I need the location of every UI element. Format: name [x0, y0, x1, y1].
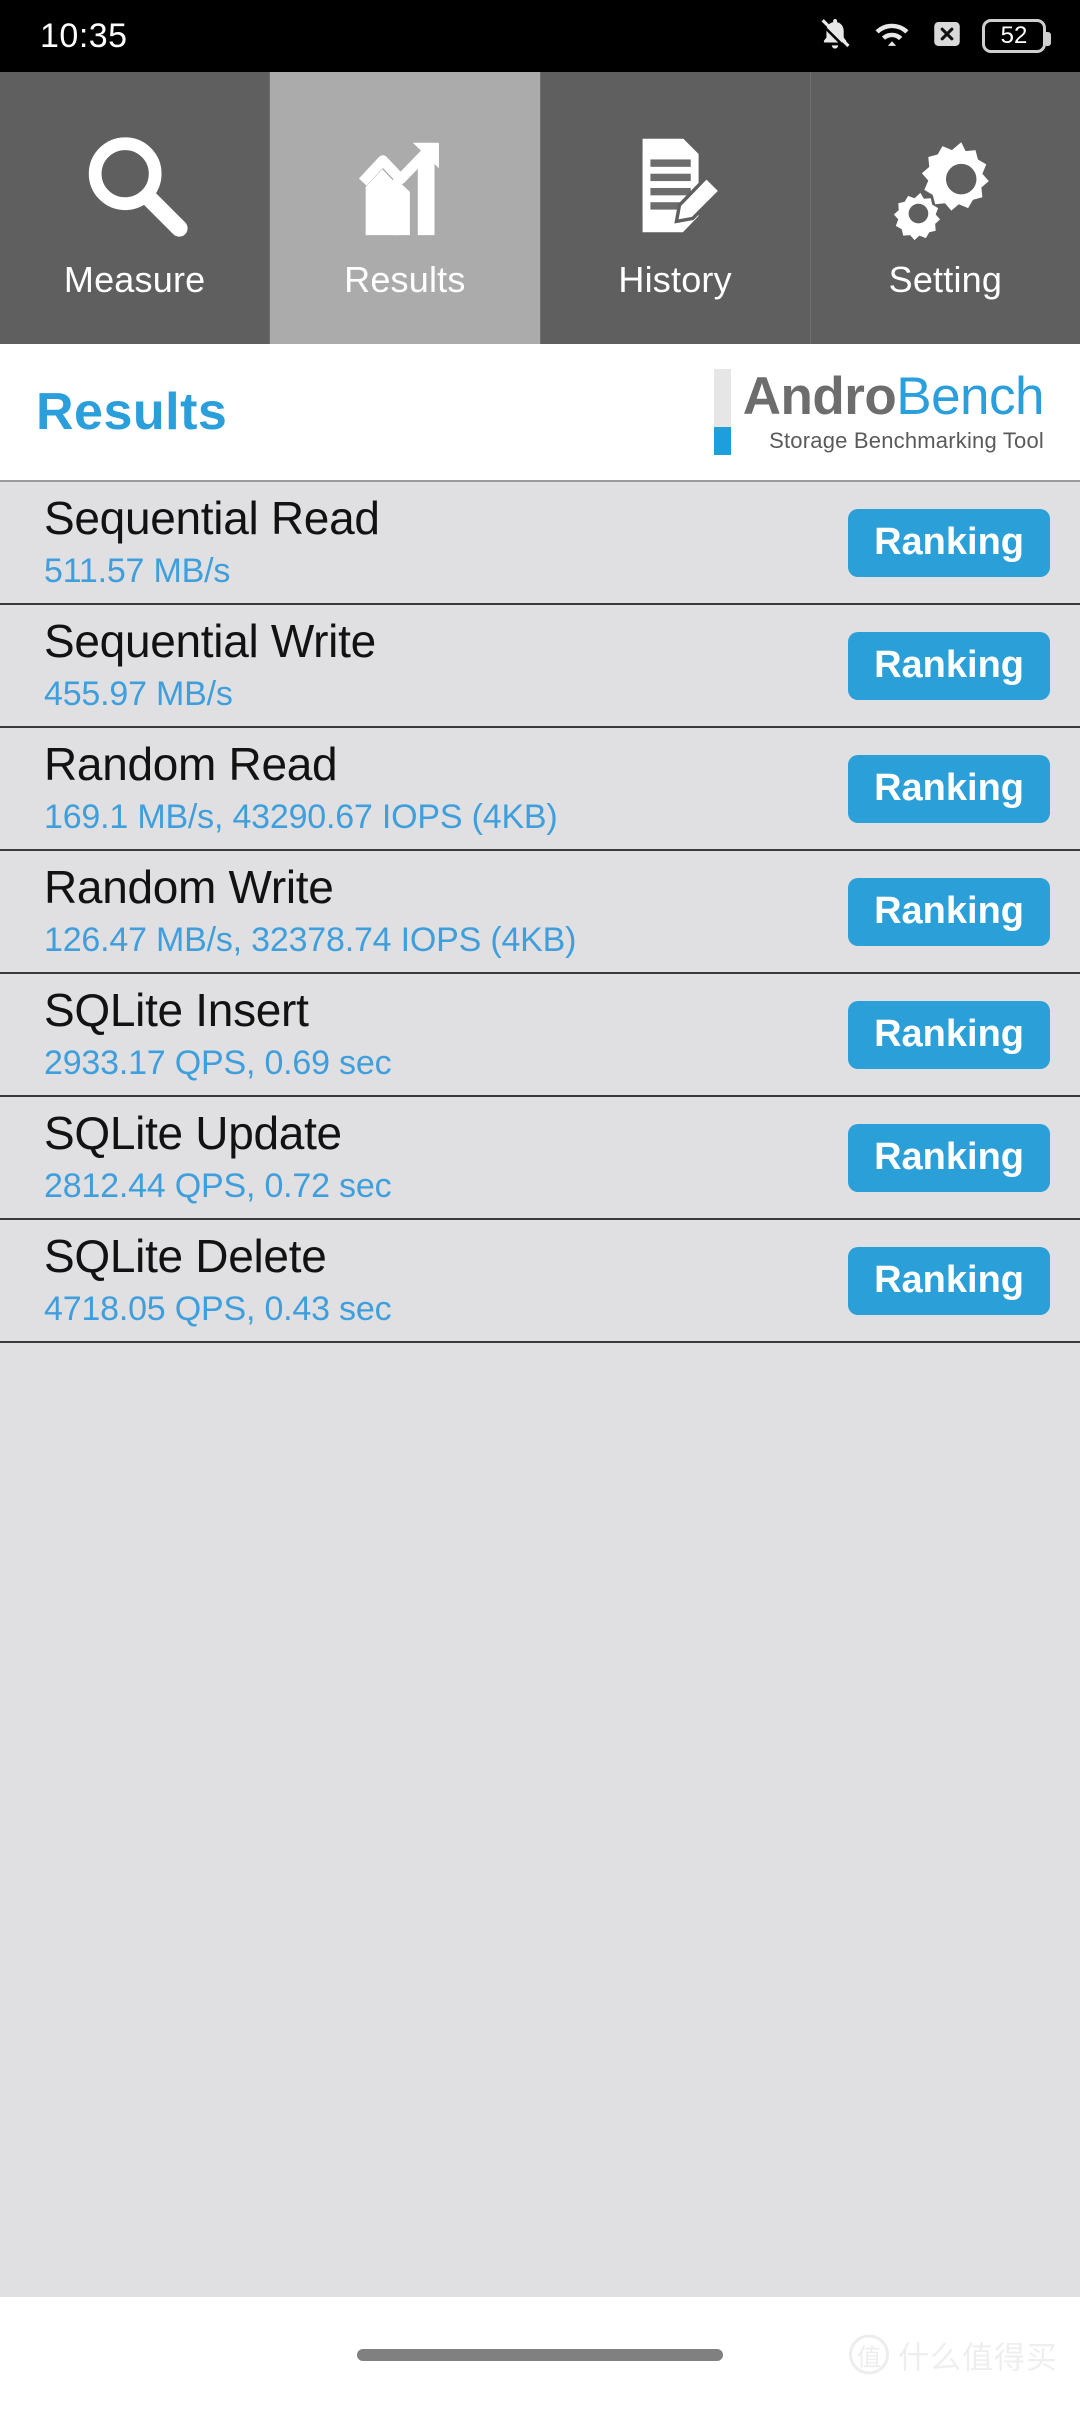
logo-subtitle: Storage Benchmarking Tool	[769, 428, 1044, 453]
result-name: Random Read	[44, 737, 338, 790]
tab-bar: Measure Results History Setting	[0, 72, 1080, 344]
table-row: Sequential Write 455.97 MB/s Ranking	[0, 605, 1080, 728]
ranking-button[interactable]: Ranking	[848, 877, 1050, 946]
ranking-button[interactable]: Ranking	[848, 631, 1050, 700]
ranking-button[interactable]: Ranking	[848, 1000, 1050, 1069]
status-bar-clock: 10:35	[40, 16, 128, 55]
result-value: 169.1 MB/s, 43290.67 IOPS (4KB)	[44, 798, 558, 837]
empty-list-area	[0, 1343, 1080, 2412]
result-value: 455.97 MB/s	[44, 675, 233, 714]
logo-word-bench: Bench	[896, 367, 1044, 426]
result-name: SQLite Delete	[44, 1229, 327, 1282]
magnifier-icon	[76, 115, 194, 245]
result-name: Sequential Write	[44, 614, 376, 667]
result-value: 126.47 MB/s, 32378.74 IOPS (4KB)	[44, 921, 577, 960]
page-header: Results AndroBench Storage Benchmarking …	[0, 344, 1080, 482]
gears-icon	[886, 115, 1004, 245]
watermark-logo-icon: 值	[849, 2334, 889, 2375]
table-row: Sequential Read 511.57 MB/s Ranking	[0, 482, 1080, 605]
watermark-text: 什么值得买	[898, 2340, 1058, 2375]
result-value: 2933.17 QPS, 0.69 sec	[44, 1044, 392, 1083]
bar-chart-arrow-icon	[346, 115, 464, 245]
table-row: Random Write 126.47 MB/s, 32378.74 IOPS …	[0, 851, 1080, 974]
table-row: SQLite Update 2812.44 QPS, 0.72 sec Rank…	[0, 1097, 1080, 1220]
ranking-button[interactable]: Ranking	[848, 754, 1050, 823]
table-row: SQLite Insert 2933.17 QPS, 0.69 sec Rank…	[0, 974, 1080, 1097]
logo-bar-icon	[713, 369, 731, 455]
system-navigation-bar: 值 什么值得买	[0, 2297, 1080, 2412]
tab-measure[interactable]: Measure	[0, 72, 271, 344]
page-title: Results	[36, 383, 228, 441]
tab-setting[interactable]: Setting	[810, 72, 1080, 344]
tab-results-label: Results	[344, 259, 466, 300]
home-indicator[interactable]	[357, 2348, 723, 2361]
ranking-button[interactable]: Ranking	[848, 508, 1050, 577]
battery-icon: 52	[982, 19, 1051, 53]
result-name: Sequential Read	[44, 491, 380, 544]
tab-results[interactable]: Results	[270, 72, 541, 344]
signal-x-icon	[930, 15, 964, 58]
logo-word-andro: Andro	[742, 367, 897, 426]
tab-history-label: History	[618, 259, 732, 300]
result-value: 4718.05 QPS, 0.43 sec	[44, 1290, 392, 1329]
tab-setting-label: Setting	[888, 259, 1003, 300]
result-value: 2812.44 QPS, 0.72 sec	[44, 1167, 392, 1206]
table-row: SQLite Delete 4718.05 QPS, 0.43 sec Rank…	[0, 1220, 1080, 1343]
watermark: 值 什么值得买	[849, 2332, 1058, 2377]
status-bar-icons: 52	[816, 15, 1051, 58]
document-pencil-icon	[616, 115, 734, 245]
result-name: SQLite Insert	[44, 983, 309, 1036]
battery-level: 52	[1000, 22, 1028, 49]
bell-mute-icon	[816, 15, 854, 58]
ranking-button[interactable]: Ranking	[848, 1123, 1050, 1192]
ranking-button[interactable]: Ranking	[848, 1246, 1050, 1315]
result-name: SQLite Update	[44, 1106, 342, 1159]
table-row: Random Read 169.1 MB/s, 43290.67 IOPS (4…	[0, 728, 1080, 851]
tab-measure-label: Measure	[63, 259, 206, 300]
status-bar: 10:35 52	[0, 0, 1080, 72]
phone-screen: 10:35 52 Measure Results History Setting…	[0, 0, 1080, 2412]
tab-history[interactable]: History	[540, 72, 811, 344]
result-name: Random Write	[44, 860, 334, 913]
androbench-logo: AndroBench Storage Benchmarking Tool	[713, 367, 1044, 455]
results-list: Sequential Read 511.57 MB/s Ranking Sequ…	[0, 482, 1080, 1343]
result-value: 511.57 MB/s	[44, 552, 231, 591]
wifi-icon	[872, 15, 912, 58]
